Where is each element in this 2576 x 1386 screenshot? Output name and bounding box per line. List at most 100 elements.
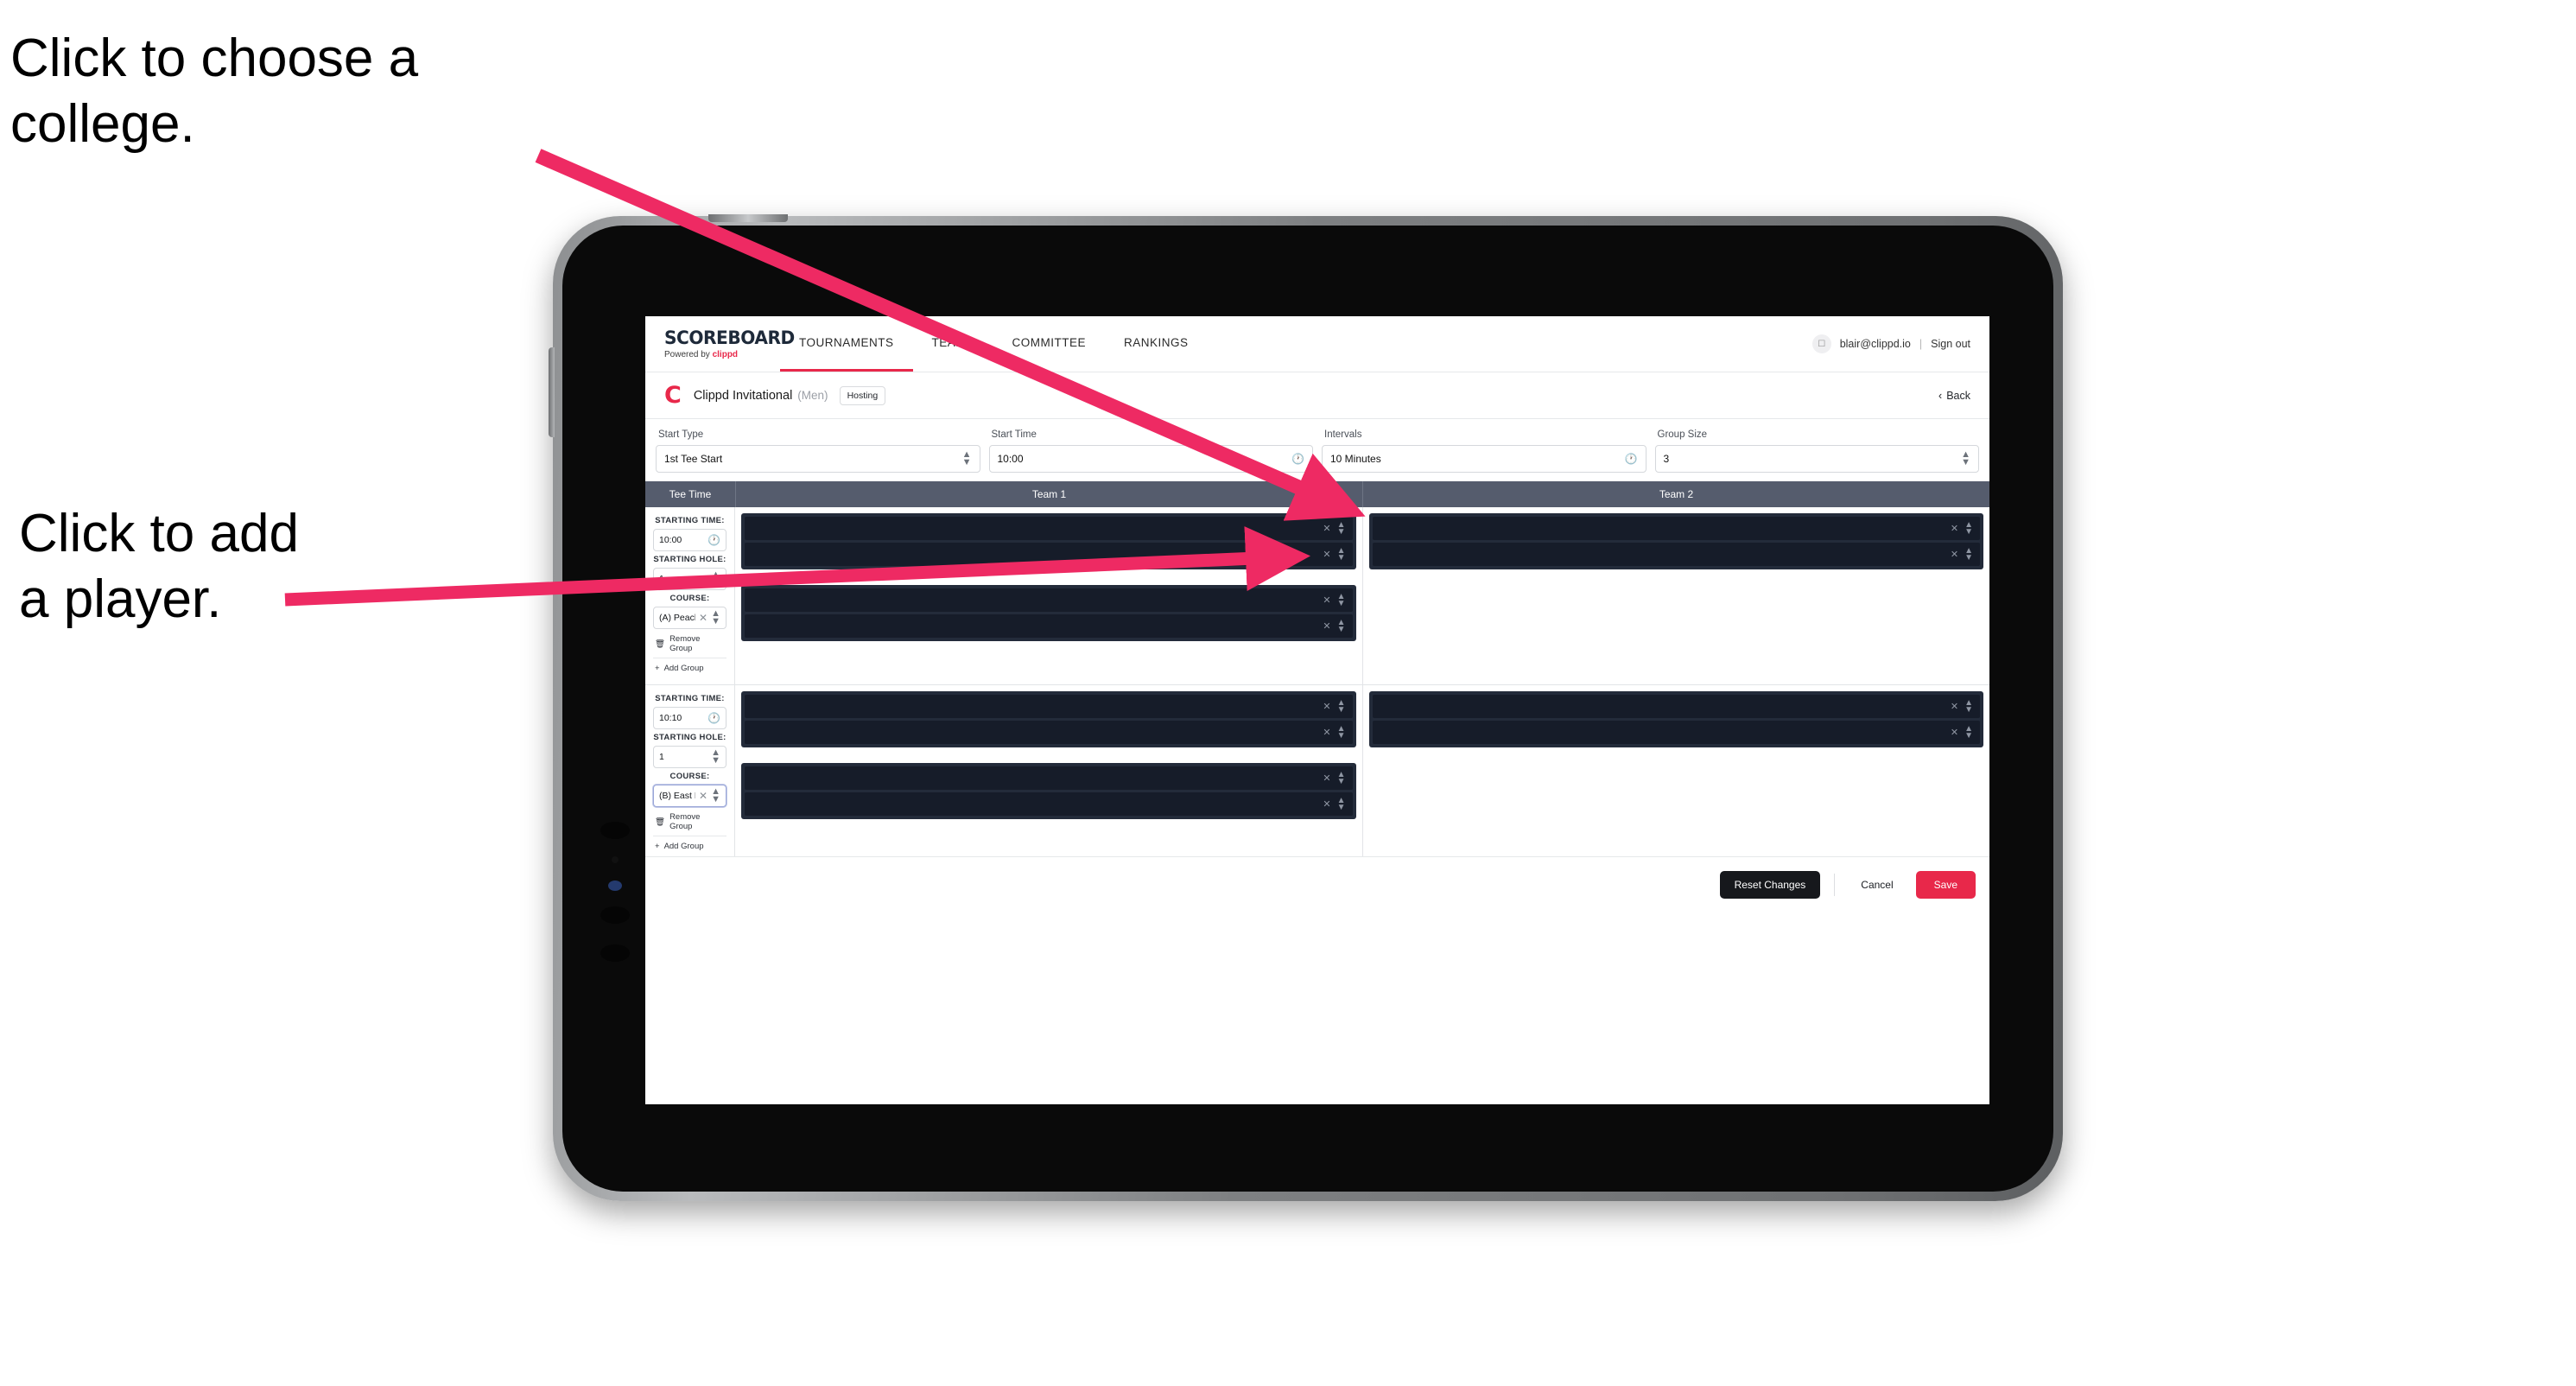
intervals-input[interactable]: 10 Minutes 🕐	[1322, 445, 1646, 473]
label-starting-time: STARTING TIME:	[655, 694, 725, 703]
back-button[interactable]: ‹ Back	[1938, 390, 1970, 402]
player-row[interactable]: ✕ ▲ ▼	[745, 695, 1353, 718]
chevron-updown-icon[interactable]: ▲ ▼	[1337, 698, 1346, 714]
close-icon[interactable]: ✕	[1323, 523, 1330, 534]
account-email: blair@clippd.io	[1839, 338, 1911, 350]
chevron-updown-icon[interactable]: ▲ ▼	[1337, 796, 1346, 811]
nav-item-rankings[interactable]: RANKINGS	[1105, 316, 1208, 372]
player-row[interactable]: ✕ ▲ ▼	[1372, 721, 1980, 744]
start-type-select[interactable]: 1st Tee Start ▲ ▼	[656, 445, 980, 473]
chevron-updown-icon[interactable]: ▲ ▼	[1337, 592, 1346, 607]
starting-time-input[interactable]: 10:00 🕐	[653, 529, 726, 551]
player-row[interactable]: ✕ ▲ ▼	[745, 721, 1353, 744]
close-icon[interactable]: ✕	[1323, 772, 1330, 784]
close-icon[interactable]: ✕	[1323, 620, 1330, 632]
remove-group-label: Remove Group	[669, 634, 701, 653]
avatar[interactable]: ☐	[1811, 334, 1831, 353]
brand-tagline: Powered by clippd	[664, 350, 761, 359]
label-starting-hole: STARTING HOLE:	[653, 555, 726, 564]
tournament-name: Clippd Invitational	[693, 388, 793, 403]
clippd-wordmark: clippd	[712, 349, 739, 359]
sign-out-link[interactable]: Sign out	[1931, 338, 1970, 350]
group-size-stepper[interactable]: 3 ▲ ▼	[1654, 445, 1979, 473]
remove-group-button[interactable]: 🗑 Remove Group	[653, 629, 726, 658]
add-group-label: Add Group	[663, 664, 704, 673]
speaker-hole-icon	[600, 906, 630, 924]
plus-icon: +	[655, 664, 660, 673]
tee-time-group: STARTING TIME: 10:10 🕐 STARTING HOLE: 1 ▲ ▼ COU…	[645, 685, 1989, 856]
player-row[interactable]: ✕ ▲ ▼	[1372, 695, 1980, 718]
camera-icon	[600, 822, 630, 839]
course-select[interactable]: (B) East Lake GC ✕ ▲▼	[653, 785, 726, 807]
close-icon[interactable]: ✕	[1323, 701, 1330, 712]
close-icon[interactable]: ✕	[1323, 727, 1330, 738]
label-intervals: Intervals	[1324, 429, 1362, 440]
close-icon[interactable]: ✕	[1323, 798, 1330, 810]
chevron-updown-icon: ▲ ▼	[711, 569, 720, 588]
add-group-button[interactable]: + Add Group	[653, 836, 726, 855]
clock-icon: 🕐	[1624, 453, 1638, 465]
close-icon[interactable]: ✕	[1951, 523, 1958, 534]
player-row[interactable]: ✕ ▲ ▼	[745, 614, 1353, 638]
player-row[interactable]: ✕ ▲ ▼	[1372, 517, 1980, 540]
trash-icon: 🗑	[655, 639, 666, 649]
nav-item-tournaments[interactable]: TOURNAMENTS	[780, 316, 913, 372]
app-viewport: SCOREBOARD Powered by clippd TOURNAMENTS…	[645, 316, 1989, 1104]
close-icon[interactable]: ✕	[1951, 701, 1958, 712]
nav-item-committee[interactable]: COMMITTEE	[993, 316, 1106, 372]
group-size-value: 3	[1663, 453, 1670, 465]
starting-hole-value: 1	[659, 574, 664, 584]
chevron-updown-icon: ▲ ▼	[711, 607, 720, 626]
chevron-updown-icon[interactable]: ▲ ▼	[1337, 546, 1346, 562]
field-group-size: Group Size 3 ▲ ▼	[1654, 429, 1979, 473]
start-time-input[interactable]: 10:00 🕐	[988, 445, 1313, 473]
player-group-box: ✕ ▲ ▼ ✕ ▲ ▼	[741, 763, 1356, 819]
player-row[interactable]: ✕ ▲ ▼	[745, 588, 1353, 612]
chevron-updown-icon[interactable]: ▲ ▼	[1337, 520, 1346, 536]
trash-icon: 🗑	[655, 817, 666, 827]
clock-icon: 🕐	[707, 534, 720, 546]
player-row[interactable]: ✕ ▲ ▼	[1372, 543, 1980, 566]
save-button[interactable]: Save	[1915, 871, 1976, 899]
player-row[interactable]: ✕ ▲ ▼	[745, 543, 1353, 566]
chevron-updown-icon[interactable]: ▲ ▼	[1337, 724, 1346, 740]
tee-time-list[interactable]: STARTING TIME: 10:00 🕐 STARTING HOLE: 1 ▲ ▼ COU…	[645, 507, 1989, 856]
remove-group-button[interactable]: 🗑 Remove Group	[653, 807, 726, 836]
brand-tagline-prefix: Powered by	[664, 349, 713, 359]
chevron-updown-icon[interactable]: ▲ ▼	[1337, 618, 1346, 633]
column-header-tee-time: Tee Time	[645, 481, 736, 507]
field-intervals: Intervals 10 Minutes 🕐	[1322, 429, 1646, 473]
add-group-button[interactable]: + Add Group	[653, 658, 726, 677]
start-type-value: 1st Tee Start	[664, 453, 723, 465]
chevron-updown-icon[interactable]: ▲ ▼	[1964, 698, 1973, 714]
player-row[interactable]: ✕ ▲ ▼	[745, 517, 1353, 540]
clock-icon: 🕐	[1291, 453, 1304, 465]
reset-changes-button[interactable]: Reset Changes	[1719, 871, 1821, 899]
close-icon[interactable]: ✕	[1951, 549, 1958, 560]
close-icon[interactable]: ✕	[1951, 727, 1958, 738]
cancel-button[interactable]: Cancel	[1849, 871, 1905, 899]
starting-hole-stepper[interactable]: 1 ▲ ▼	[653, 746, 726, 768]
nav-item-teams[interactable]: TEAMS	[913, 316, 993, 372]
chevron-updown-icon[interactable]: ▲ ▼	[1337, 770, 1346, 785]
sensor-dot-icon	[612, 856, 619, 863]
player-row[interactable]: ✕ ▲ ▼	[745, 766, 1353, 790]
close-icon[interactable]: ✕	[699, 612, 707, 624]
label-group-size: Group Size	[1657, 429, 1708, 440]
close-icon[interactable]: ✕	[1323, 594, 1330, 606]
close-icon[interactable]: ✕	[699, 790, 707, 802]
starting-time-input[interactable]: 10:10 🕐	[653, 707, 726, 729]
start-time-value: 10:00	[997, 453, 1024, 465]
chevron-updown-icon[interactable]: ▲ ▼	[1964, 724, 1973, 740]
starting-hole-stepper[interactable]: 1 ▲ ▼	[653, 568, 726, 590]
course-value: (B) East Lake GC	[659, 791, 695, 801]
player-row[interactable]: ✕ ▲ ▼	[745, 792, 1353, 816]
chevron-updown-icon[interactable]: ▲ ▼	[1964, 520, 1973, 536]
team1-cell: ✕ ▲ ▼ ✕ ▲ ▼ ✕ ▲ ▼ ✕ ▲ ▼	[735, 507, 1363, 684]
course-select[interactable]: (A) Peachtree GC ✕ ▲▼	[653, 607, 726, 629]
chevron-updown-icon[interactable]: ▲ ▼	[1964, 546, 1973, 562]
close-icon[interactable]: ✕	[1323, 549, 1330, 560]
player-group-box: ✕ ▲ ▼ ✕ ▲ ▼	[741, 691, 1356, 747]
scoreboard-logo[interactable]: SCOREBOARD Powered by clippd	[664, 328, 795, 359]
team1-cell: ✕ ▲ ▼ ✕ ▲ ▼ ✕ ▲ ▼ ✕ ▲ ▼	[735, 685, 1363, 856]
